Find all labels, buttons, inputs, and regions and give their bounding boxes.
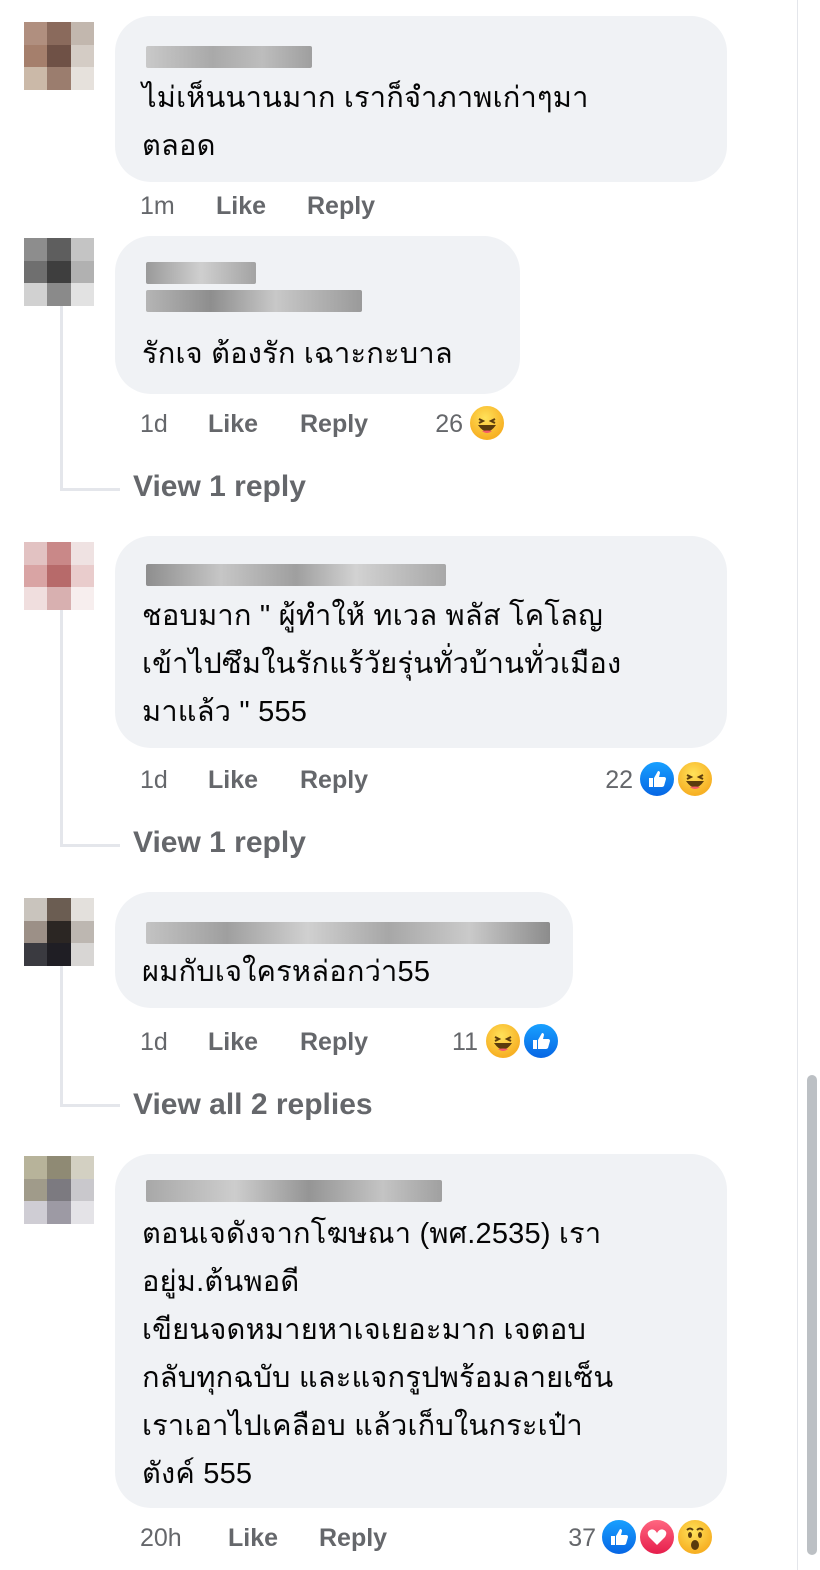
comment-timestamp[interactable]: 1d (140, 410, 168, 439)
thread-line (60, 610, 63, 846)
scrollbar-thumb[interactable] (807, 1075, 817, 1555)
like-link[interactable]: Like (208, 766, 258, 795)
reaction-count[interactable]: 26 (405, 410, 463, 439)
like-link[interactable]: Like (208, 410, 258, 439)
thread-connector (60, 844, 120, 847)
comment-text: ชอบมาก " ผู้ทำให้ ทเวล พลัส โคโลญ เข้าไป… (142, 600, 622, 728)
wow-reaction-icon[interactable] (676, 1518, 714, 1556)
view-replies-link[interactable]: View 1 reply (133, 826, 306, 860)
like-reaction-icon[interactable] (600, 1518, 638, 1556)
thread-line (60, 300, 63, 490)
comment-text: ไม่เห็นนานมาก เราก็จำภาพเก่าๆมา ตลอด (142, 82, 589, 162)
view-replies-link[interactable]: View 1 reply (133, 470, 306, 504)
comment-text: ตอนเจดังจากโฆษณา (พศ.2535) เรา อยู่ม.ต้น… (142, 1218, 614, 1490)
view-replies-link[interactable]: View all 2 replies (133, 1088, 373, 1122)
comment-timestamp[interactable]: 1d (140, 1028, 168, 1057)
haha-reaction-icon[interactable] (676, 760, 714, 798)
reaction-count[interactable]: 22 (575, 766, 633, 795)
thread-connector (60, 488, 120, 491)
commenter-name-blurred[interactable] (146, 290, 362, 312)
commenter-name-blurred[interactable] (146, 922, 550, 944)
reaction-count[interactable]: 37 (540, 1524, 596, 1553)
reply-link[interactable]: Reply (300, 410, 368, 439)
comment-timestamp[interactable]: 20h (140, 1524, 182, 1553)
comment-timestamp[interactable]: 1m (140, 192, 175, 221)
comment-timestamp[interactable]: 1d (140, 766, 168, 795)
like-link[interactable]: Like (216, 192, 266, 221)
haha-reaction-icon[interactable] (468, 404, 506, 442)
avatar[interactable] (24, 238, 94, 306)
thread-line (60, 964, 63, 1106)
love-reaction-icon[interactable] (638, 1518, 676, 1556)
reaction-count[interactable]: 11 (420, 1028, 478, 1057)
reply-link[interactable]: Reply (300, 766, 368, 795)
avatar[interactable] (24, 542, 94, 610)
like-reaction-icon[interactable] (638, 760, 676, 798)
reply-link[interactable]: Reply (307, 192, 375, 221)
scrollbar-track[interactable] (798, 0, 820, 1570)
comment-text: ผมกับเจใครหล่อกว่า55 (142, 956, 431, 988)
like-link[interactable]: Like (208, 1028, 258, 1057)
avatar[interactable] (24, 22, 94, 90)
like-link[interactable]: Like (228, 1524, 278, 1553)
commenter-name-blurred[interactable] (146, 564, 446, 586)
reply-link[interactable]: Reply (300, 1028, 368, 1057)
commenter-name-blurred[interactable] (146, 262, 256, 284)
avatar[interactable] (24, 1156, 94, 1224)
avatar[interactable] (24, 898, 94, 966)
haha-reaction-icon[interactable] (484, 1022, 522, 1060)
commenter-name-blurred[interactable] (146, 46, 312, 68)
comment-text: รักเจ ต้องรัก เฉาะกะบาล (142, 338, 453, 370)
reply-link[interactable]: Reply (319, 1524, 387, 1553)
like-reaction-icon[interactable] (522, 1022, 560, 1060)
commenter-name-blurred[interactable] (146, 1180, 442, 1202)
thread-connector (60, 1104, 120, 1107)
